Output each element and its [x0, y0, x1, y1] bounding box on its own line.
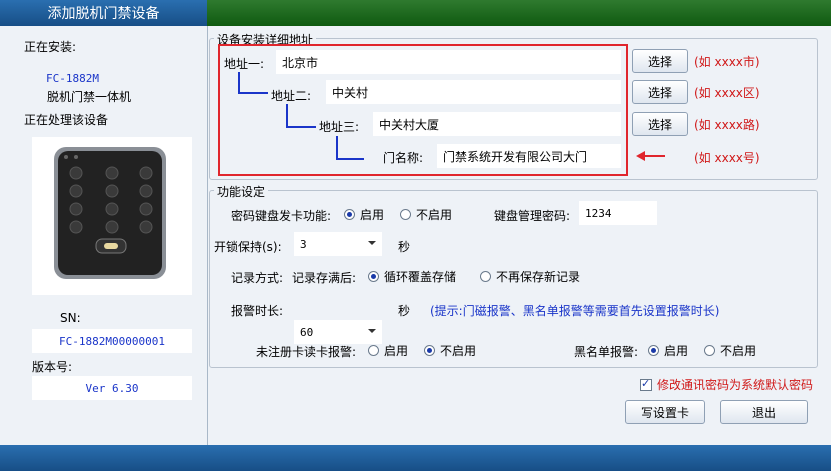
addr-connector-2 [286, 104, 316, 128]
door-name-label: 门名称: [383, 151, 424, 165]
addr3-hint: (如 xxxx路) [694, 118, 760, 132]
device-description: 脱机门禁一体机 [47, 90, 132, 104]
alarm-seconds-label: 秒 [398, 304, 411, 318]
blacklist-enable-radio[interactable]: 启用 [648, 342, 688, 359]
addr-connector-3 [336, 136, 364, 160]
radio-label: 不启用 [416, 208, 453, 222]
keypad-pwd-label: 键盘管理密码: [494, 209, 571, 223]
addr2-input[interactable]: 中关村 [326, 80, 621, 104]
device-model: FC-1882M [46, 72, 99, 85]
addr2-hint: (如 xxxx区) [694, 86, 760, 100]
alarm-hint: (提示:门磁报警、黑名单报警等需要首先设置报警时长) [430, 304, 720, 318]
modify-password-checkbox[interactable]: 修改通讯密码为系统默认密码 [640, 376, 813, 393]
addr1-label: 地址一: [224, 57, 265, 71]
select-addr3-button[interactable]: 选择 [632, 112, 688, 136]
version-label: 版本号: [32, 360, 73, 374]
window-title: 添加脱机门禁设备 [0, 0, 207, 26]
alarm-duration-select[interactable]: 60 [294, 320, 382, 344]
unlock-hold-select[interactable]: 3 [294, 232, 382, 256]
record-loop-radio[interactable]: 循环覆盖存储 [368, 268, 456, 285]
addr-connector-1 [238, 72, 268, 94]
radio-icon [648, 345, 659, 356]
radio-icon [344, 209, 355, 220]
arrow-left-icon [636, 151, 665, 161]
radio-label: 循环覆盖存储 [384, 270, 457, 284]
sn-label: SN: [60, 311, 81, 325]
keypad-pwd-input[interactable]: 1234 [579, 201, 657, 225]
exit-button[interactable]: 退出 [720, 400, 808, 424]
alarm-duration-value: 60 [300, 325, 314, 339]
radio-label: 不启用 [440, 344, 477, 358]
radio-icon [424, 345, 435, 356]
checkbox-icon [640, 377, 652, 391]
checkbox-label: 修改通讯密码为系统默认密码 [657, 378, 814, 392]
unlock-hold-label: 开锁保持(s): [214, 240, 282, 254]
alarm-duration-label: 报警时长: [231, 304, 284, 318]
blacklist-disable-radio[interactable]: 不启用 [704, 342, 756, 359]
unreg-alarm-disable-radio[interactable]: 不启用 [424, 342, 476, 359]
access-device-icon [54, 147, 166, 279]
function-legend: 功能设定 [214, 183, 269, 200]
addr2-label: 地址二: [271, 89, 312, 103]
radio-label: 不启用 [720, 344, 757, 358]
bottom-bar [0, 445, 831, 471]
radio-label: 不再保存新记录 [496, 270, 581, 284]
chevron-down-icon [368, 329, 376, 333]
write-card-button[interactable]: 写设置卡 [625, 400, 705, 424]
addr1-hint: (如 xxxx市) [694, 55, 760, 69]
door-name-input[interactable]: 门禁系统开发有限公司大门 [437, 144, 621, 168]
installing-label: 正在安装: [24, 40, 77, 54]
version-value: Ver 6.30 [32, 376, 192, 400]
addr3-label: 地址三: [319, 120, 360, 134]
chevron-down-icon [368, 241, 376, 245]
blacklist-alarm-label: 黑名单报警: [574, 345, 639, 359]
keypad-card-disable-radio[interactable]: 不启用 [400, 206, 452, 223]
keypad-card-label: 密码键盘发卡功能: [231, 209, 332, 223]
radio-label: 启用 [664, 344, 689, 358]
unreg-alarm-enable-radio[interactable]: 启用 [368, 342, 408, 359]
door-name-hint: (如 xxxx号) [694, 151, 760, 165]
radio-icon [368, 345, 379, 356]
record-stop-radio[interactable]: 不再保存新记录 [480, 268, 580, 285]
radio-icon [368, 271, 379, 282]
select-addr1-button[interactable]: 选择 [632, 49, 688, 73]
keypad-card-enable-radio[interactable]: 启用 [344, 206, 384, 223]
addr3-input[interactable]: 中关村大厦 [373, 112, 621, 136]
unlock-seconds-label: 秒 [398, 240, 411, 254]
addr1-input[interactable]: 北京市 [276, 50, 621, 74]
radio-icon [400, 209, 411, 220]
radio-icon [704, 345, 715, 356]
sn-value: FC-1882M00000001 [32, 329, 192, 353]
radio-icon [480, 271, 491, 282]
radio-label: 启用 [384, 344, 409, 358]
unregistered-card-alarm-label: 未注册卡读卡报警: [256, 345, 357, 359]
select-addr2-button[interactable]: 选择 [632, 80, 688, 104]
unlock-hold-value: 3 [300, 237, 307, 251]
radio-label: 启用 [360, 208, 385, 222]
device-image [32, 137, 192, 295]
processing-label: 正在处理该设备 [24, 113, 109, 127]
record-mode-label: 记录方式: [231, 271, 284, 285]
record-full-label: 记录存满后: [292, 271, 357, 285]
